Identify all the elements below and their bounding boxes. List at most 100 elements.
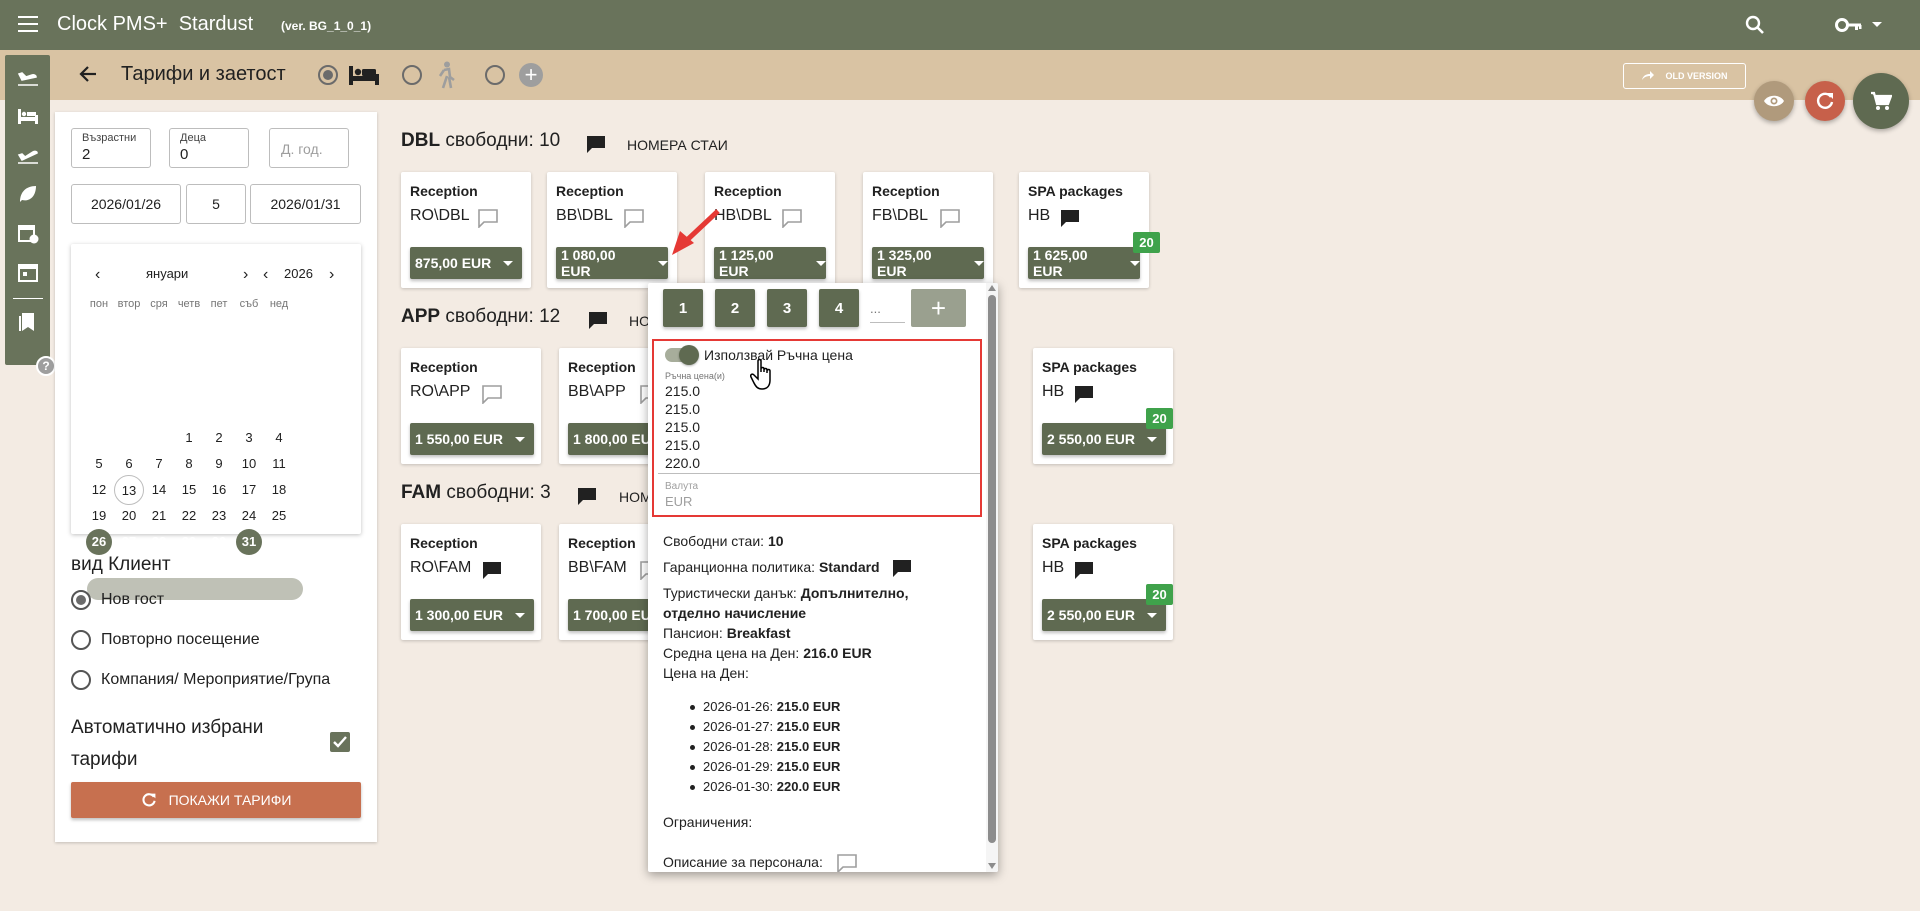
arrivals-icon[interactable] [16, 65, 40, 89]
price-value: 1 550,00 EUR [415, 431, 503, 447]
calendar-day[interactable]: 29 [176, 529, 202, 555]
guests-4-button[interactable]: 4 [819, 289, 859, 327]
old-version-button[interactable]: OLD VERSION [1623, 63, 1746, 89]
date-from-value[interactable]: 2026/01/26 [72, 196, 180, 212]
comment-icon[interactable] [891, 558, 913, 578]
calendar-icon[interactable] [16, 260, 40, 284]
cart-button[interactable] [1853, 73, 1909, 129]
nights-value[interactable]: 5 [187, 196, 245, 212]
key-icon[interactable] [1835, 16, 1863, 34]
refresh-icon [142, 793, 156, 807]
price-dropdown-button[interactable]: 1 080,00 EUR [556, 247, 668, 279]
popover-scrollbar[interactable] [986, 283, 998, 872]
price-dropdown-button[interactable]: 1 625,00 EUR [1028, 247, 1140, 279]
calendar-day[interactable]: 22 [174, 501, 204, 531]
preview-button[interactable] [1754, 81, 1794, 121]
bookmarks-icon[interactable] [16, 310, 40, 334]
scrollbar-thumb[interactable] [988, 295, 996, 843]
mode-radio-rooms[interactable] [318, 65, 338, 85]
calendar-day[interactable]: 25 [264, 501, 294, 531]
show-rates-label: ПОКАЖИ ТАРИФИ [168, 792, 292, 808]
guests-1-button[interactable]: 1 [663, 289, 703, 327]
calendar-day[interactable]: 26 [86, 529, 112, 555]
calendar-day[interactable]: 21 [144, 501, 174, 531]
calendar-day[interactable]: 31 [236, 529, 262, 555]
comment-outline-icon[interactable] [836, 853, 858, 872]
show-rates-button[interactable]: ПОКАЖИ ТАРИФИ [71, 782, 361, 818]
calendar-clock-icon[interactable] [16, 221, 40, 245]
comment-outline-icon[interactable] [623, 208, 645, 228]
comment-icon[interactable] [587, 310, 609, 330]
adults-value[interactable]: 2 [82, 146, 90, 163]
date-to-field[interactable]: 2026/01/31 [250, 184, 361, 224]
price-dropdown-button[interactable]: 875,00 EUR [410, 247, 522, 279]
account-dropdown-icon[interactable] [1872, 22, 1882, 27]
calendar-day[interactable]: 24 [234, 501, 264, 531]
comment-icon[interactable] [481, 560, 503, 580]
next-year-chevron-icon[interactable]: › [329, 266, 334, 284]
mode-radio-extras[interactable] [485, 65, 505, 85]
manual-price-toggle-label: Използвай Ръчна цена [704, 347, 853, 363]
date-from-field[interactable]: 2026/01/26 [71, 184, 181, 224]
departures-icon[interactable] [16, 143, 40, 167]
auto-rates-checkbox[interactable] [330, 732, 350, 752]
next-month-chevron-icon[interactable]: › [243, 266, 248, 284]
prev-month-chevron-icon[interactable]: ‹ [95, 266, 100, 284]
scroll-down-icon[interactable] [988, 863, 996, 869]
comment-icon[interactable] [1073, 384, 1095, 404]
leaf-icon[interactable] [16, 182, 40, 206]
manual-price-value[interactable]: 220.0 [665, 455, 700, 471]
manual-price-value[interactable]: 215.0 [665, 383, 700, 399]
calendar-day[interactable]: 27 [116, 529, 142, 555]
mode-radio-walk-in[interactable] [402, 65, 422, 85]
comment-outline-icon[interactable] [939, 208, 961, 228]
comment-icon[interactable] [585, 134, 607, 154]
comment-outline-icon[interactable] [477, 208, 499, 228]
comment-icon[interactable] [1073, 560, 1095, 580]
client-option-company[interactable]: Компания/ Мероприятие/Група [71, 670, 330, 690]
comment-icon[interactable] [1059, 208, 1081, 228]
help-icon[interactable]: ? [36, 356, 56, 376]
manual-price-value[interactable]: 215.0 [665, 437, 700, 453]
adults-field[interactable]: Възрастни 2 [71, 128, 151, 168]
rail-divider [13, 298, 43, 299]
rooms-bed-icon[interactable] [16, 104, 40, 128]
comment-icon[interactable] [576, 486, 598, 506]
children-field[interactable]: Деца 0 [169, 128, 249, 168]
tax-info-line2: отделно начисление [663, 605, 807, 621]
back-arrow-icon[interactable] [78, 64, 98, 84]
guests-3-button[interactable]: 3 [767, 289, 807, 327]
price-dropdown-button[interactable]: 1 300,00 EUR [410, 599, 534, 631]
manual-price-value[interactable]: 215.0 [665, 401, 700, 417]
room-numbers-link[interactable]: НО [629, 313, 650, 329]
menu-icon[interactable] [18, 16, 38, 34]
nights-field[interactable]: 5 [186, 184, 246, 224]
date-to-value[interactable]: 2026/01/31 [251, 196, 360, 212]
calendar-day[interactable]: 23 [204, 501, 234, 531]
guests-2-button[interactable]: 2 [715, 289, 755, 327]
price-dropdown-button[interactable]: 1 325,00 EUR [872, 247, 984, 279]
room-type-header: FAM свободни: 3 [401, 482, 551, 503]
manual-price-value[interactable]: 215.0 [665, 419, 700, 435]
search-icon[interactable] [1743, 13, 1767, 37]
add-guest-button[interactable]: + [911, 289, 966, 327]
manual-price-toggle[interactable] [665, 345, 699, 365]
calendar-day[interactable]: 19 [84, 501, 114, 531]
scroll-up-icon[interactable] [988, 285, 996, 291]
more-guests-input[interactable]: ... [870, 301, 905, 323]
calendar-day[interactable]: 28 [146, 529, 172, 555]
room-numbers-link[interactable]: НОМЕРА СТАИ [627, 137, 728, 153]
children-value[interactable]: 0 [180, 146, 188, 163]
client-option-returning[interactable]: Повторно посещение [71, 630, 260, 650]
client-option-new[interactable]: Нов гост [71, 590, 164, 610]
room-numbers-link[interactable]: НОМ [619, 489, 652, 505]
calendar-day[interactable]: 20 [114, 501, 144, 531]
comment-outline-icon[interactable] [781, 208, 803, 228]
price-dropdown-button[interactable]: 1 125,00 EUR [714, 247, 826, 279]
calendar-day[interactable]: 30 [206, 529, 232, 555]
refresh-button[interactable] [1805, 81, 1845, 121]
comment-outline-icon[interactable] [481, 384, 503, 404]
birth-year-field[interactable]: Д. год. [269, 128, 349, 168]
prev-year-chevron-icon[interactable]: ‹ [263, 266, 268, 284]
price-dropdown-button[interactable]: 1 550,00 EUR [410, 423, 534, 455]
